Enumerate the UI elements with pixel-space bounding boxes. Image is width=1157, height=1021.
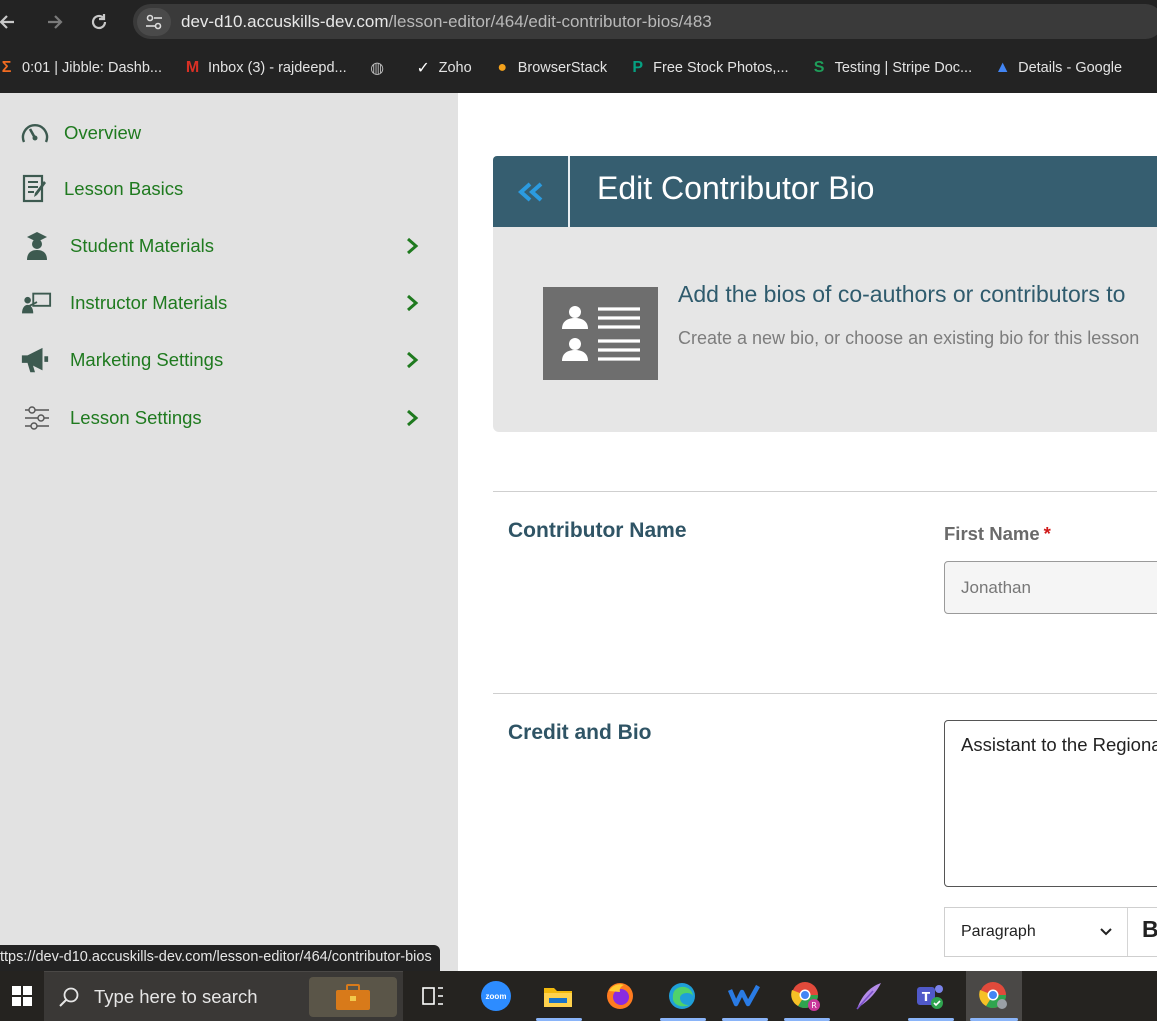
bookmark-item[interactable]: ◍ [369,60,393,77]
collapse-back-button[interactable] [493,156,570,227]
chevron-down-icon [1100,928,1112,936]
sidebar-item-lesson-settings[interactable]: Lesson Settings [0,396,458,440]
bookmark-item[interactable]: ✓ Zoho [415,60,472,77]
windows-start-icon[interactable] [0,971,44,1021]
bookmark-item[interactable]: Σ 0:01 | Jibble: Dashb... [0,59,162,77]
url-path: /lesson-editor/464/edit-contributor-bios… [388,11,712,31]
chevron-right-icon[interactable] [404,408,420,428]
bookmarks-bar: Σ 0:01 | Jibble: Dashb... M Inbox (3) - raj… [0,43,1157,93]
bookmark-label: Zoho [438,60,472,76]
credit-bio-heading: Credit and Bio [508,721,652,744]
info-subtitle: Create a new bio, or choose an existing … [678,328,1140,348]
search-placeholder: Type here to search [94,985,258,1007]
sidebar-item-label: Student Materials [70,235,214,256]
graduate-icon [22,231,52,261]
contributor-name-heading: Contributor Name [508,519,687,542]
browserstack-icon: ● [497,59,508,76]
page-header: Edit Contributor Bio [493,156,1157,227]
zoom-icon[interactable]: zoom [477,977,515,1015]
bookmark-label: 0:01 | Jibble: Dashb... [22,60,162,76]
search-icon [59,987,79,1007]
status-bar-url: ttps://dev-d10.accuskills-dev.com/lesson… [0,945,440,971]
sidebar-item-label: Marketing Settings [70,349,224,370]
globe-icon: ◍ [370,60,385,77]
gmail-icon: M [185,59,200,76]
bookmark-item[interactable]: ▲ Details - Google [994,59,1123,77]
first-name-input[interactable]: Jonathan [944,561,1157,614]
main-content: Edit Contributor Bio Add the bios of co-… [458,93,1157,971]
file-explorer-icon[interactable] [539,977,577,1015]
info-panel: Add the bios of co-authors or contributo… [493,227,1157,432]
required-asterisk: * [1043,523,1051,544]
bookmark-label: Testing | Stripe Doc... [834,60,973,76]
bookmark-label: BrowserStack [517,60,608,76]
rich-text-toolbar: Paragraph B [944,907,1157,957]
url-host: dev-d10.accuskills-dev.com [181,11,389,31]
stripe-s-icon: S [813,59,825,76]
bookmark-item[interactable]: P Free Stock Photos,... [629,59,789,77]
bold-button[interactable]: B [1142,916,1157,943]
reload-icon[interactable] [86,9,112,35]
section-divider [493,491,1157,492]
teacher-board-icon [22,288,52,318]
windows-taskbar: Type here to search zoom R T [0,971,1157,1021]
sidebar-item-label: Instructor Materials [70,292,228,313]
task-view-icon[interactable] [414,977,452,1015]
sidebar-item-instructor-materials[interactable]: Instructor Materials [0,281,458,325]
chevron-right-icon[interactable] [404,293,420,313]
bookmark-label: Free Stock Photos,... [653,60,789,76]
bookmark-item[interactable]: M Inbox (3) - rajdeepd... [184,59,347,77]
paragraph-format-select[interactable]: Paragraph [945,908,1128,956]
quill-icon[interactable] [849,977,887,1015]
double-chevron-left-icon [517,182,542,201]
bookmark-item[interactable]: ● BrowserStack [494,59,608,77]
chrome-profile-icon[interactable]: R [787,977,825,1015]
sidebar-item-label: Lesson Basics [64,178,184,199]
briefcase-icon [309,977,397,1017]
page-title: Edit Contributor Bio [597,170,875,206]
sliders-icon [22,403,52,433]
sidebar-item-student-materials[interactable]: Student Materials [0,224,458,268]
svg-text:T: T [922,990,931,1004]
section-divider [493,693,1157,694]
sidebar-item-overview[interactable]: Overview [0,111,458,155]
megaphone-icon [20,345,50,375]
zoho-icon: ✓ [416,60,430,77]
first-name-label-text: First Name [944,523,1040,544]
edge-icon[interactable] [663,977,701,1015]
sidebar-item-label: Lesson Settings [70,407,202,428]
jibble-icon: Σ [1,59,12,76]
chrome-icon[interactable] [975,977,1013,1015]
address-bar[interactable]: dev-d10.accuskills-dev.com/lesson-editor… [133,4,1157,39]
forward-arrow-icon[interactable] [42,9,68,35]
sidebar-item-marketing-settings[interactable]: Marketing Settings [0,338,458,382]
credit-bio-textarea[interactable]: Assistant to the Regional Manager [944,720,1157,887]
contacts-list-icon [543,287,658,380]
w-app-icon[interactable] [725,977,763,1015]
first-name-label: First Name * [944,523,1051,545]
google-drive-icon: ▲ [994,59,1011,76]
firefox-icon[interactable] [601,977,639,1015]
format-select-value: Paragraph [961,923,1036,940]
sidebar-item-lesson-basics[interactable]: Lesson Basics [0,167,458,211]
sidebar-item-label: Overview [64,122,142,143]
site-info-icon[interactable] [137,7,171,36]
chevron-right-icon[interactable] [404,350,420,370]
lesson-editor-sidebar: Overview Lesson Basics Student Materials… [0,93,458,971]
browser-toolbar: dev-d10.accuskills-dev.com/lesson-editor… [0,0,1157,43]
document-edit-icon [20,174,50,204]
back-arrow-icon[interactable] [0,9,20,35]
speedometer-icon [20,118,50,148]
info-title: Add the bios of co-authors or contributo… [678,281,1126,307]
url-text: dev-d10.accuskills-dev.com/lesson-editor… [181,12,712,32]
taskbar-search[interactable]: Type here to search [44,971,403,1021]
chevron-right-icon[interactable] [404,236,420,256]
teams-icon[interactable]: T [911,977,949,1015]
bookmark-label: Inbox (3) - rajdeepd... [208,60,347,76]
bookmark-item[interactable]: S Testing | Stripe Doc... [811,59,973,77]
zoom-label: zoom [481,981,511,1011]
bookmark-label: Details - Google [1018,60,1123,76]
pexels-icon: P [632,59,643,76]
svg-text:R: R [811,1001,817,1010]
